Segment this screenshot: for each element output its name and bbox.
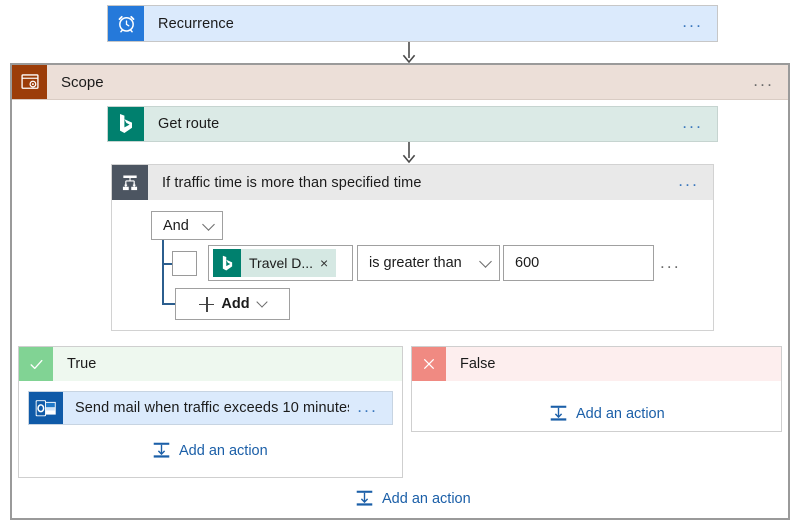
scope-header[interactable]: Scope ... <box>12 65 788 100</box>
connector-arrow-trigger-to-scope <box>400 42 418 64</box>
condition-operator-select[interactable]: is greater than <box>357 245 500 281</box>
add-action-link-true-branch[interactable]: Add an action <box>152 441 268 460</box>
condition-menu-button[interactable]: ... <box>670 165 713 200</box>
scope-icon <box>12 65 47 99</box>
condition-left-operand-field[interactable]: Travel D... × <box>208 245 353 281</box>
scope-title: Scope <box>47 65 745 99</box>
token-label: Travel D... <box>241 255 318 271</box>
condition-value-input[interactable]: 600 <box>503 245 654 281</box>
add-action-icon <box>355 489 374 508</box>
add-action-label: Add an action <box>171 443 268 459</box>
connector-arrow-action-to-condition <box>400 142 418 164</box>
outlook-icon <box>29 392 63 424</box>
branch-true-header: True <box>19 347 402 381</box>
add-action-label: Add an action <box>568 406 665 422</box>
branch-false-header: False <box>412 347 781 381</box>
condition-title: If traffic time is more than specified t… <box>148 165 670 200</box>
token-chip-travel-duration[interactable]: Travel D... × <box>213 249 336 277</box>
bing-maps-icon <box>213 249 241 277</box>
alarm-clock-icon <box>108 6 144 41</box>
condition-icon <box>112 165 148 200</box>
condition-row-menu-button[interactable]: ... <box>660 245 681 281</box>
trigger-menu-button[interactable]: ... <box>674 6 717 41</box>
chevron-down-icon <box>479 255 492 268</box>
chevron-down-icon <box>202 218 215 231</box>
action-title: Send mail when traffic exceeds 10 minute… <box>63 392 349 424</box>
trigger-card-recurrence[interactable]: Recurrence ... <box>107 5 718 42</box>
token-remove-icon[interactable]: × <box>318 256 336 270</box>
tree-line-branch-add <box>162 303 176 305</box>
action-card-get-route[interactable]: Get route ... <box>107 106 718 142</box>
add-condition-button[interactable]: Add <box>175 288 290 320</box>
condition-row-checkbox[interactable] <box>172 251 197 276</box>
close-icon <box>412 347 446 381</box>
add-action-icon <box>152 441 171 460</box>
action-menu-button[interactable]: ... <box>349 392 392 424</box>
add-action-link-false-branch[interactable]: Add an action <box>549 404 665 423</box>
add-action-icon <box>549 404 568 423</box>
action-menu-button[interactable]: ... <box>674 107 717 141</box>
logic-operator-select[interactable]: And <box>151 211 223 240</box>
chevron-down-icon <box>256 296 267 307</box>
plus-icon <box>199 297 214 312</box>
action-title: Get route <box>144 107 674 141</box>
add-action-label: Add an action <box>374 491 471 507</box>
condition-card-header[interactable]: If traffic time is more than specified t… <box>111 164 714 200</box>
add-condition-label: Add <box>221 296 249 312</box>
condition-body: And Travel D... × is greater than 600 <box>111 200 714 331</box>
add-action-link-scope-footer[interactable]: Add an action <box>355 489 471 508</box>
action-card-send-mail[interactable]: Send mail when traffic exceeds 10 minute… <box>28 391 393 425</box>
branch-false-label: False <box>446 347 781 381</box>
trigger-title: Recurrence <box>144 6 674 41</box>
scope-menu-button[interactable]: ... <box>745 65 788 99</box>
checkmark-icon <box>19 347 53 381</box>
condition-operator-value: is greater than <box>369 255 462 271</box>
logic-operator-value: And <box>163 218 189 234</box>
branch-true-label: True <box>53 347 402 381</box>
logic-app-designer-canvas: Recurrence ... Scope ... <box>0 0 800 530</box>
tree-line-vertical <box>162 240 164 304</box>
bing-maps-icon <box>108 107 144 141</box>
